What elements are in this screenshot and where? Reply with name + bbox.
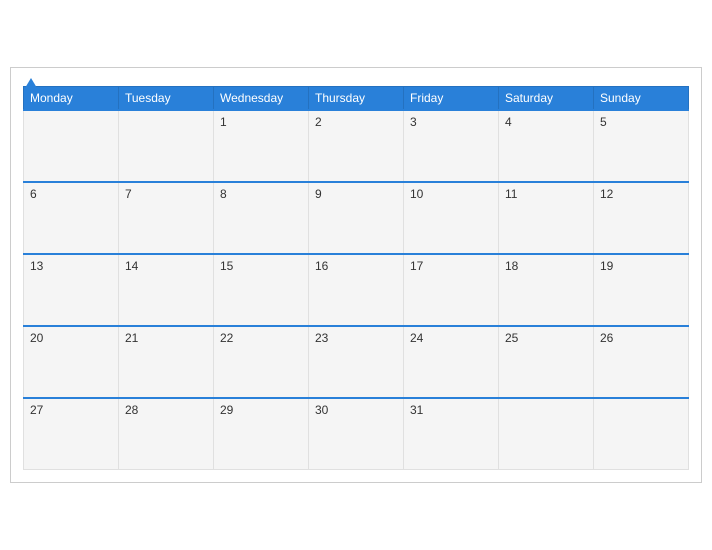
calendar-cell: 17 <box>404 254 499 326</box>
calendar-cell: 31 <box>404 398 499 470</box>
calendar-cell: 22 <box>214 326 309 398</box>
calendar-cell: 3 <box>404 110 499 182</box>
calendar-cell: 14 <box>119 254 214 326</box>
day-number: 11 <box>505 187 517 201</box>
day-number: 2 <box>315 115 322 129</box>
day-number: 12 <box>600 187 613 201</box>
calendar-cell: 26 <box>594 326 689 398</box>
week-row-3: 13 14 15 16 17 18 19 <box>24 254 689 326</box>
day-number: 22 <box>220 331 233 345</box>
day-number: 26 <box>600 331 613 345</box>
calendar-grid: MondayTuesdayWednesdayThursdayFridaySatu… <box>23 86 689 471</box>
calendar-cell <box>594 398 689 470</box>
calendar-cell: 12 <box>594 182 689 254</box>
day-number: 9 <box>315 187 322 201</box>
brand-logo <box>23 78 37 88</box>
day-number: 6 <box>30 187 37 201</box>
weekday-header-tuesday: Tuesday <box>119 86 214 110</box>
weekday-header-monday: Monday <box>24 86 119 110</box>
calendar-cell: 19 <box>594 254 689 326</box>
calendar-header-row: MondayTuesdayWednesdayThursdayFridaySatu… <box>24 86 689 110</box>
day-number: 14 <box>125 259 138 273</box>
calendar-container: MondayTuesdayWednesdayThursdayFridaySatu… <box>10 67 702 484</box>
calendar-cell: 24 <box>404 326 499 398</box>
weekday-row: MondayTuesdayWednesdayThursdayFridaySatu… <box>24 86 689 110</box>
day-number: 13 <box>30 259 43 273</box>
calendar-cell: 15 <box>214 254 309 326</box>
weekday-header-thursday: Thursday <box>309 86 404 110</box>
day-number: 21 <box>125 331 138 345</box>
calendar-cell: 11 <box>499 182 594 254</box>
calendar-cell <box>119 110 214 182</box>
week-row-1: 1 2 3 4 5 <box>24 110 689 182</box>
day-number: 30 <box>315 403 328 417</box>
calendar-cell: 29 <box>214 398 309 470</box>
day-number: 19 <box>600 259 613 273</box>
calendar-cell: 28 <box>119 398 214 470</box>
calendar-cell: 21 <box>119 326 214 398</box>
weekday-header-wednesday: Wednesday <box>214 86 309 110</box>
calendar-cell: 20 <box>24 326 119 398</box>
calendar-cell: 27 <box>24 398 119 470</box>
weekday-header-saturday: Saturday <box>499 86 594 110</box>
week-row-4: 20 21 22 23 24 25 26 <box>24 326 689 398</box>
calendar-cell <box>24 110 119 182</box>
day-number: 28 <box>125 403 138 417</box>
calendar-cell: 7 <box>119 182 214 254</box>
brand-triangle-icon <box>25 78 37 88</box>
calendar-cell: 4 <box>499 110 594 182</box>
day-number: 23 <box>315 331 328 345</box>
calendar-cell: 30 <box>309 398 404 470</box>
calendar-cell: 2 <box>309 110 404 182</box>
day-number: 17 <box>410 259 423 273</box>
calendar-cell: 5 <box>594 110 689 182</box>
calendar-body: 1234567891011121314151617181920212223242… <box>24 110 689 470</box>
calendar-cell: 25 <box>499 326 594 398</box>
day-number: 24 <box>410 331 423 345</box>
day-number: 5 <box>600 115 607 129</box>
calendar-cell: 16 <box>309 254 404 326</box>
weekday-header-sunday: Sunday <box>594 86 689 110</box>
calendar-cell: 6 <box>24 182 119 254</box>
day-number: 3 <box>410 115 417 129</box>
calendar-cell: 18 <box>499 254 594 326</box>
calendar-cell: 1 <box>214 110 309 182</box>
calendar-cell: 9 <box>309 182 404 254</box>
day-number: 29 <box>220 403 233 417</box>
calendar-cell <box>499 398 594 470</box>
day-number: 27 <box>30 403 43 417</box>
day-number: 1 <box>220 115 227 129</box>
calendar-cell: 13 <box>24 254 119 326</box>
day-number: 15 <box>220 259 233 273</box>
day-number: 25 <box>505 331 518 345</box>
day-number: 31 <box>410 403 423 417</box>
calendar-cell: 23 <box>309 326 404 398</box>
calendar-cell: 8 <box>214 182 309 254</box>
day-number: 4 <box>505 115 512 129</box>
week-row-5: 27 28 29 30 31 <box>24 398 689 470</box>
day-number: 18 <box>505 259 518 273</box>
day-number: 16 <box>315 259 328 273</box>
week-row-2: 6 7 8 9 10 11 12 <box>24 182 689 254</box>
day-number: 8 <box>220 187 227 201</box>
day-number: 7 <box>125 187 132 201</box>
calendar-cell: 10 <box>404 182 499 254</box>
day-number: 20 <box>30 331 43 345</box>
day-number: 10 <box>410 187 423 201</box>
weekday-header-friday: Friday <box>404 86 499 110</box>
